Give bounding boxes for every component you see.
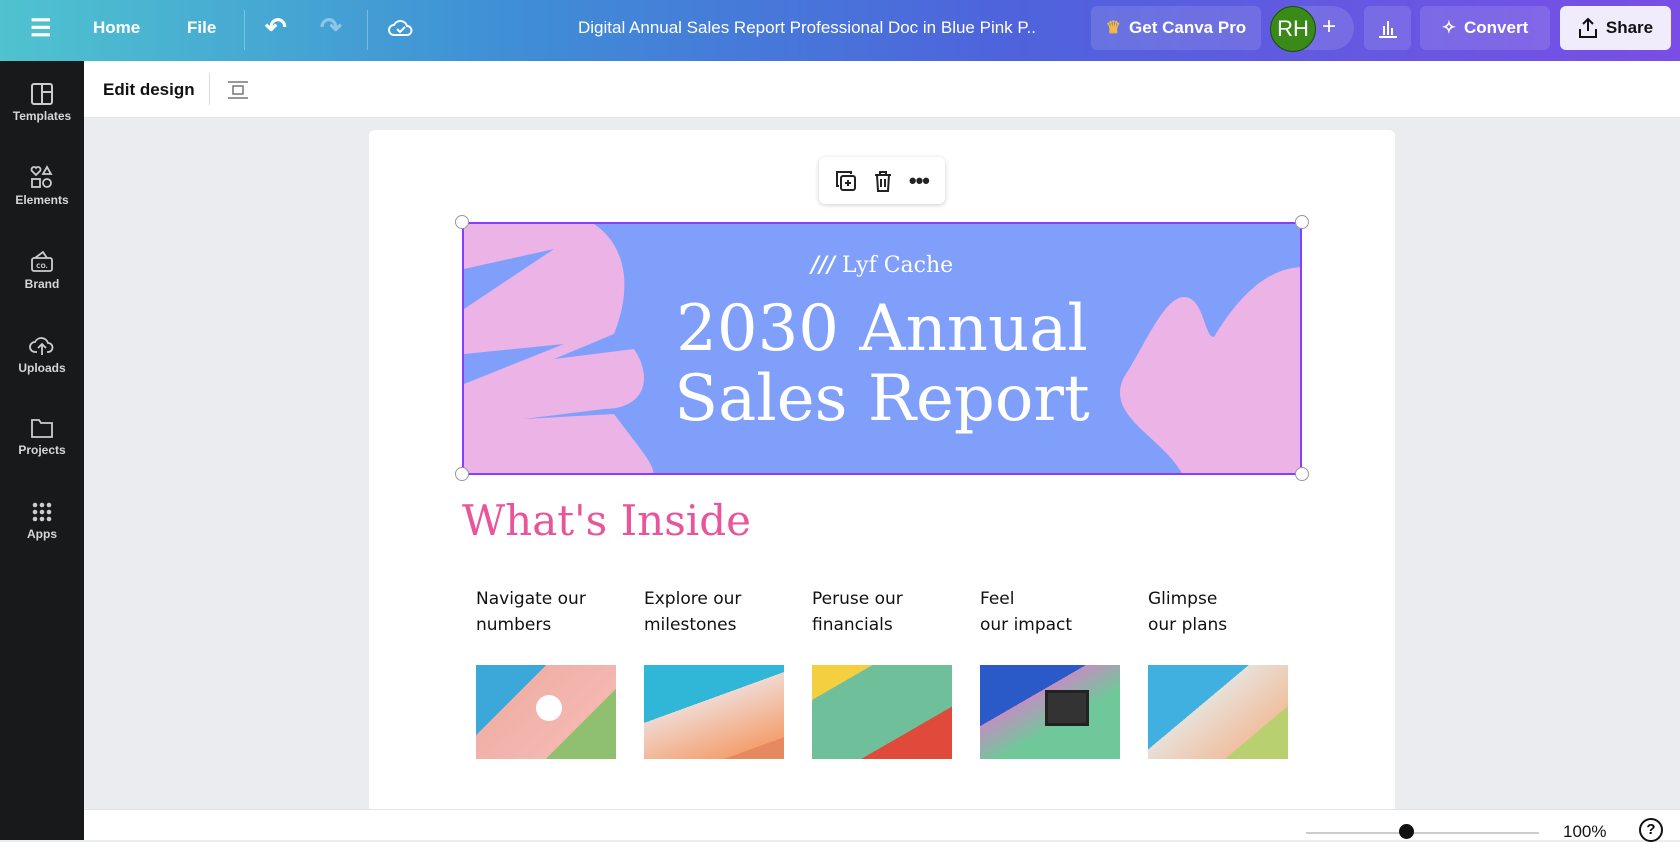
document-title[interactable]: Digital Annual Sales Report Professional…: [578, 18, 1036, 38]
folder-icon: [31, 419, 53, 438]
help-icon[interactable]: ?: [1639, 818, 1663, 842]
add-collaborator-icon[interactable]: +: [1322, 13, 1336, 41]
column-text: Explore our milestones: [644, 589, 742, 635]
receipt-roll: [536, 695, 562, 721]
edit-bar: Edit design: [84, 61, 1680, 118]
column-text: Peruse our financials: [812, 589, 903, 635]
redo-icon[interactable]: ↷: [320, 12, 342, 43]
brand-logo: /// Lyf Cache: [810, 252, 954, 278]
logo-mark-icon: ///: [810, 252, 835, 278]
banner-title: 2030 Annual Sales Report: [674, 292, 1090, 436]
presentation-sparkle-icon: ✧: [1441, 18, 1456, 37]
element-toolbar: •••: [819, 157, 945, 204]
share-button[interactable]: Share: [1560, 6, 1671, 50]
section-title: What's Inside: [462, 496, 751, 545]
trash-icon[interactable]: [873, 170, 893, 192]
resize-handle[interactable]: [1295, 215, 1309, 229]
top-bar: ☰ Home File ↶ ↷ Digital Annual Sales Rep…: [0, 0, 1680, 61]
resize-handle[interactable]: [455, 215, 469, 229]
cloud-saved-icon[interactable]: [388, 16, 414, 45]
tablet: [1045, 690, 1089, 726]
resize-handle[interactable]: [1295, 467, 1309, 481]
elements-icon: [30, 165, 53, 188]
more-options-icon[interactable]: •••: [909, 168, 930, 194]
brand-icon: CO.: [31, 250, 53, 272]
column-text: Navigate our numbers: [476, 589, 586, 635]
home-button[interactable]: Home: [93, 18, 140, 38]
divider: [367, 10, 368, 50]
photo-thumbnail[interactable]: [812, 665, 952, 759]
position-icon[interactable]: [227, 80, 249, 100]
photo-thumbnail[interactable]: [980, 665, 1120, 759]
menu-icon[interactable]: ☰: [30, 14, 52, 43]
sidebar-item-elements[interactable]: Elements: [0, 165, 84, 207]
edit-design-button[interactable]: Edit design: [103, 80, 195, 100]
zoom-level[interactable]: 100%: [1563, 822, 1606, 842]
photo-thumbnail[interactable]: [476, 665, 616, 759]
cloud-upload-icon: [29, 337, 54, 355]
crown-icon: ♛: [1105, 18, 1122, 37]
bottom-bar: 100% ?: [84, 809, 1680, 842]
sidebar-item-templates[interactable]: Templates: [0, 83, 84, 123]
avatar[interactable]: RH: [1270, 6, 1316, 52]
photo-thumbnail[interactable]: [1148, 665, 1288, 759]
column-text: Feel our impact: [980, 589, 1073, 635]
photo-thumbnail[interactable]: [644, 665, 784, 759]
zoom-slider-handle[interactable]: [1399, 824, 1415, 839]
divider: [209, 73, 210, 105]
header-banner[interactable]: /// Lyf Cache 2030 Annual Sales Report: [462, 222, 1302, 475]
svg-text:CO.: CO.: [36, 263, 48, 270]
sidebar-item-projects[interactable]: Projects: [0, 417, 84, 457]
zoom-slider[interactable]: [1306, 832, 1539, 834]
sidebar-item-apps[interactable]: Apps: [0, 501, 84, 541]
get-canva-pro-button[interactable]: ♛ Get Canva Pro: [1091, 6, 1261, 50]
share-icon: [1578, 17, 1597, 38]
divider: [244, 10, 245, 50]
column-text: Glimpse our plans: [1148, 589, 1228, 635]
convert-button[interactable]: ✧ Convert: [1420, 6, 1550, 50]
duplicate-icon[interactable]: [835, 170, 857, 192]
sidebar: Templates Elements CO. Brand Uploads Proj…: [0, 61, 84, 840]
templates-icon: [31, 83, 53, 105]
undo-icon[interactable]: ↶: [265, 12, 287, 43]
resize-handle[interactable]: [455, 467, 469, 481]
bar-chart-icon: [1378, 21, 1397, 38]
sidebar-item-brand[interactable]: CO. Brand: [0, 249, 84, 291]
file-button[interactable]: File: [187, 18, 216, 38]
analytics-button[interactable]: [1364, 6, 1411, 50]
sidebar-item-uploads[interactable]: Uploads: [0, 333, 84, 375]
apps-grid-icon: [32, 502, 52, 522]
